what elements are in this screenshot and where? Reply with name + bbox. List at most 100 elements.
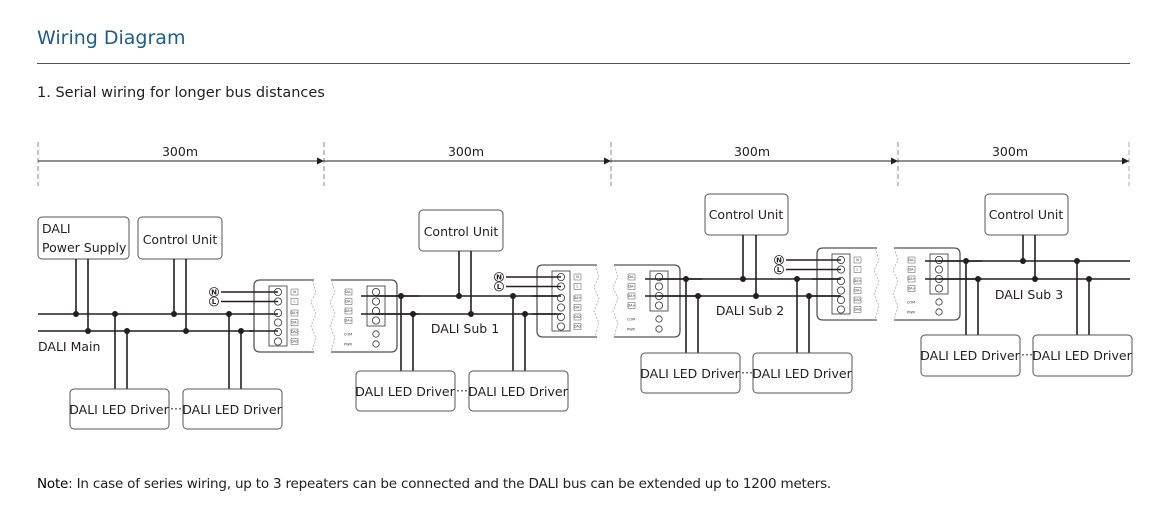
- mains-terminal-label: L: [212, 298, 217, 306]
- terminal-label: DA2: [574, 325, 581, 329]
- bus-label: DALI Sub 3: [995, 287, 1063, 302]
- terminal-label: DA2: [291, 340, 298, 344]
- junction-dot: [522, 311, 528, 317]
- control-unit-label: Control Unit: [424, 224, 499, 239]
- indicator-led: [655, 315, 663, 323]
- terminal-screw: [837, 295, 846, 304]
- terminal-label: DA-: [345, 300, 352, 304]
- terminal-screw: [557, 303, 566, 312]
- junction-dot: [740, 276, 746, 282]
- segment-main: DALI Main DALI Power Supply Control Unit…: [37, 216, 283, 430]
- junction-dot: [171, 311, 177, 317]
- terminal-screw: [273, 308, 282, 317]
- junction-dot: [468, 311, 474, 317]
- terminal-label: DA+: [345, 309, 353, 313]
- junction-dot: [73, 311, 79, 317]
- terminal-screw: [273, 318, 282, 327]
- mains-terminal-label: N: [211, 289, 217, 297]
- bus-label: DALI Sub 1: [431, 321, 499, 336]
- terminal-screw: [837, 305, 846, 314]
- terminal-label: DA-: [574, 306, 581, 310]
- junction-dot: [1086, 276, 1092, 282]
- terminal-label: DA+: [908, 277, 916, 281]
- junction-dot: [226, 311, 232, 317]
- terminal-screw: [273, 337, 282, 346]
- junction-dot: [695, 293, 701, 299]
- led-driver-label: DALI LED Driver: [920, 348, 1020, 363]
- led-driver-label: DALI LED Driver: [640, 366, 740, 381]
- junction-dot: [410, 311, 416, 317]
- distance-label: 300m: [448, 144, 484, 159]
- mains-terminal-label: N: [496, 274, 502, 282]
- note-text: : In case of series wiring, up to 3 repe…: [68, 476, 832, 492]
- indicator-label: COM: [627, 318, 635, 322]
- distance-label: 300m: [162, 144, 198, 159]
- terminal-label: DA+: [854, 279, 862, 283]
- terminal-label: DA+: [291, 311, 299, 315]
- junction-dot: [85, 328, 91, 334]
- control-unit-label: Control Unit: [709, 207, 784, 222]
- indicator-label: PWR: [344, 343, 353, 347]
- terminal-label: DA2: [854, 308, 861, 312]
- control-unit-label: Control Unit: [143, 232, 218, 247]
- ellipsis: ···: [741, 365, 753, 380]
- indicator-label: PWR: [907, 311, 916, 315]
- terminal-label: DA-: [854, 289, 861, 293]
- ellipsis: ···: [170, 401, 182, 416]
- footnote: Note: In case of series wiring, up to 3 …: [37, 476, 831, 492]
- indicator-led: [372, 340, 380, 348]
- junction-dot: [806, 293, 812, 299]
- terminal-label: L: [577, 285, 579, 289]
- indicator-led: [372, 330, 380, 338]
- junction-dot: [753, 293, 759, 299]
- junction-dot: [683, 276, 689, 282]
- mains-terminal-label: L: [777, 266, 782, 274]
- junction-dot: [510, 293, 516, 299]
- indicator-led: [935, 308, 943, 316]
- indicator-label: COM: [907, 301, 915, 305]
- terminal-screw: [371, 297, 380, 306]
- terminal-label: DA-: [628, 285, 635, 289]
- terminal-screw: [655, 301, 664, 310]
- terminal-label: N: [293, 290, 296, 294]
- terminal-screw: [837, 286, 846, 295]
- terminal-label: L: [857, 268, 859, 272]
- terminal-screw: [371, 287, 380, 296]
- power-supply-label: DALI: [42, 221, 71, 236]
- terminal-label: DA+: [345, 319, 353, 323]
- junction-dot: [398, 293, 404, 299]
- ellipsis: ···: [456, 383, 468, 398]
- distance-ruler: 300m 300m 300m 300m: [37, 142, 1130, 186]
- power-supply-label: Power Supply: [42, 240, 127, 255]
- terminal-label: DA-: [291, 321, 298, 325]
- control-unit-label: Control Unit: [989, 207, 1064, 222]
- led-driver-label: DALI LED Driver: [182, 402, 282, 417]
- terminal-label: L: [294, 300, 296, 304]
- junction-dot: [456, 293, 462, 299]
- junction-dot: [1020, 258, 1026, 264]
- terminal-label: DA2: [854, 298, 861, 302]
- terminal-label: DA+: [628, 294, 636, 298]
- junction-dot: [124, 328, 130, 334]
- led-driver-label: DALI LED Driver: [355, 384, 455, 399]
- repeater-housing-output: [614, 264, 681, 338]
- bus-label: DALI Main: [38, 339, 100, 354]
- junction-dot: [238, 328, 244, 334]
- junction-dot: [1032, 276, 1038, 282]
- terminal-label: DA2: [291, 330, 298, 334]
- indicator-label: COM: [344, 333, 352, 337]
- terminal-screw: [371, 316, 380, 325]
- terminal-screw: [935, 265, 944, 274]
- repeater-housing-output: [331, 279, 398, 353]
- dali-repeater: NLDA+DA-DA2DA2DA-DA-DA+DA+COMPWRNL: [774, 247, 982, 321]
- led-driver-label: DALI LED Driver: [752, 366, 852, 381]
- terminal-label: DA+: [574, 296, 582, 300]
- terminal-label: N: [856, 258, 859, 262]
- terminal-label: DA-: [908, 258, 915, 262]
- terminal-label: DA-: [628, 275, 635, 279]
- junction-dot: [794, 276, 800, 282]
- junction-dot: [183, 328, 189, 334]
- terminal-label: DA-: [908, 268, 915, 272]
- led-driver-label: DALI LED Driver: [69, 402, 169, 417]
- terminal-label: DA+: [908, 287, 916, 291]
